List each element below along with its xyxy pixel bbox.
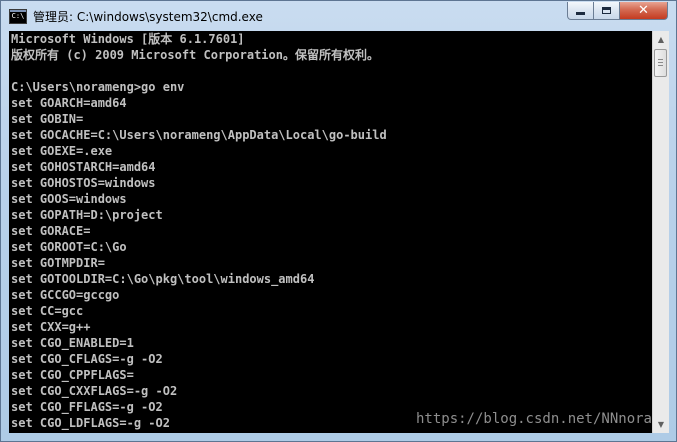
console-line: set CGO_CFLAGS=-g -O2 <box>11 352 163 366</box>
console-line: Microsoft Windows [版本 6.1.7601] <box>11 32 245 46</box>
console-line: set GOARCH=amd64 <box>11 96 127 110</box>
grip-line <box>658 65 663 66</box>
vertical-scrollbar[interactable]: ▲ ▼ <box>652 31 669 433</box>
arrow-up-icon: ▲ <box>657 35 665 44</box>
grip-line <box>658 59 663 60</box>
console-line: set GOROOT=C:\Go <box>11 240 127 254</box>
close-button[interactable]: ✕ <box>620 2 668 20</box>
console-line: set GOHOSTOS=windows <box>11 176 156 190</box>
console-line: set GOBIN= <box>11 112 84 126</box>
console-line: set CXX=g++ <box>11 320 91 334</box>
console-lines: Microsoft Windows [版本 6.1.7601] 版权所有 (c) … <box>11 31 387 431</box>
maximize-icon <box>602 7 611 14</box>
cmd-window: C:\ 管理员: C:\windows\system32\cmd.exe ✕ M… <box>0 0 677 442</box>
console-line: set CGO_CXXFLAGS=-g -O2 <box>11 384 178 398</box>
close-icon: ✕ <box>638 3 649 18</box>
scroll-thumb[interactable] <box>654 49 667 77</box>
console-line: set GOHOSTARCH=amd64 <box>11 160 156 174</box>
maximize-button[interactable] <box>594 2 620 20</box>
console-line: set CGO_CPPFLAGS= <box>11 368 134 382</box>
window-title: 管理员: C:\windows\system32\cmd.exe <box>33 10 263 24</box>
scroll-down-button[interactable]: ▼ <box>653 416 669 433</box>
grip-line <box>658 62 663 63</box>
console-output[interactable]: Microsoft Windows [版本 6.1.7601] 版权所有 (c) … <box>9 31 652 433</box>
arrow-down-icon: ▼ <box>657 420 665 429</box>
console-line: set CGO_FFLAGS=-g -O2 <box>11 400 163 414</box>
console-line: set CGO_LDFLAGS=-g -O2 <box>11 416 170 430</box>
console-line: set GOPATH=D:\project <box>11 208 163 222</box>
cmd-icon[interactable]: C:\ <box>9 9 27 24</box>
minimize-icon <box>576 12 585 15</box>
console-line: 版权所有 (c) 2009 Microsoft Corporation。保留所有… <box>11 48 379 62</box>
console-line: set GOEXE=.exe <box>11 144 113 158</box>
console-line: set GOOS=windows <box>11 192 127 206</box>
console-line: set GOTMPDIR= <box>11 256 105 270</box>
title-bar[interactable]: C:\ 管理员: C:\windows\system32\cmd.exe ✕ <box>1 1 676 31</box>
console-line: set CGO_ENABLED=1 <box>11 336 134 350</box>
console-line: C:\Users\norameng>go env <box>11 80 185 94</box>
watermark: https://blog.csdn.net/NNnora <box>415 411 652 427</box>
minimize-button[interactable] <box>567 2 594 20</box>
console-line: set GCCGO=gccgo <box>11 288 120 302</box>
console-line: set GOCACHE=C:\Users\norameng\AppData\Lo… <box>11 128 387 142</box>
console-line: set CC=gcc <box>11 304 84 318</box>
console-line: set GOTOOLDIR=C:\Go\pkg\tool\windows_amd… <box>11 272 315 286</box>
scroll-up-button[interactable]: ▲ <box>653 31 669 48</box>
console-line: set GORACE= <box>11 224 91 238</box>
